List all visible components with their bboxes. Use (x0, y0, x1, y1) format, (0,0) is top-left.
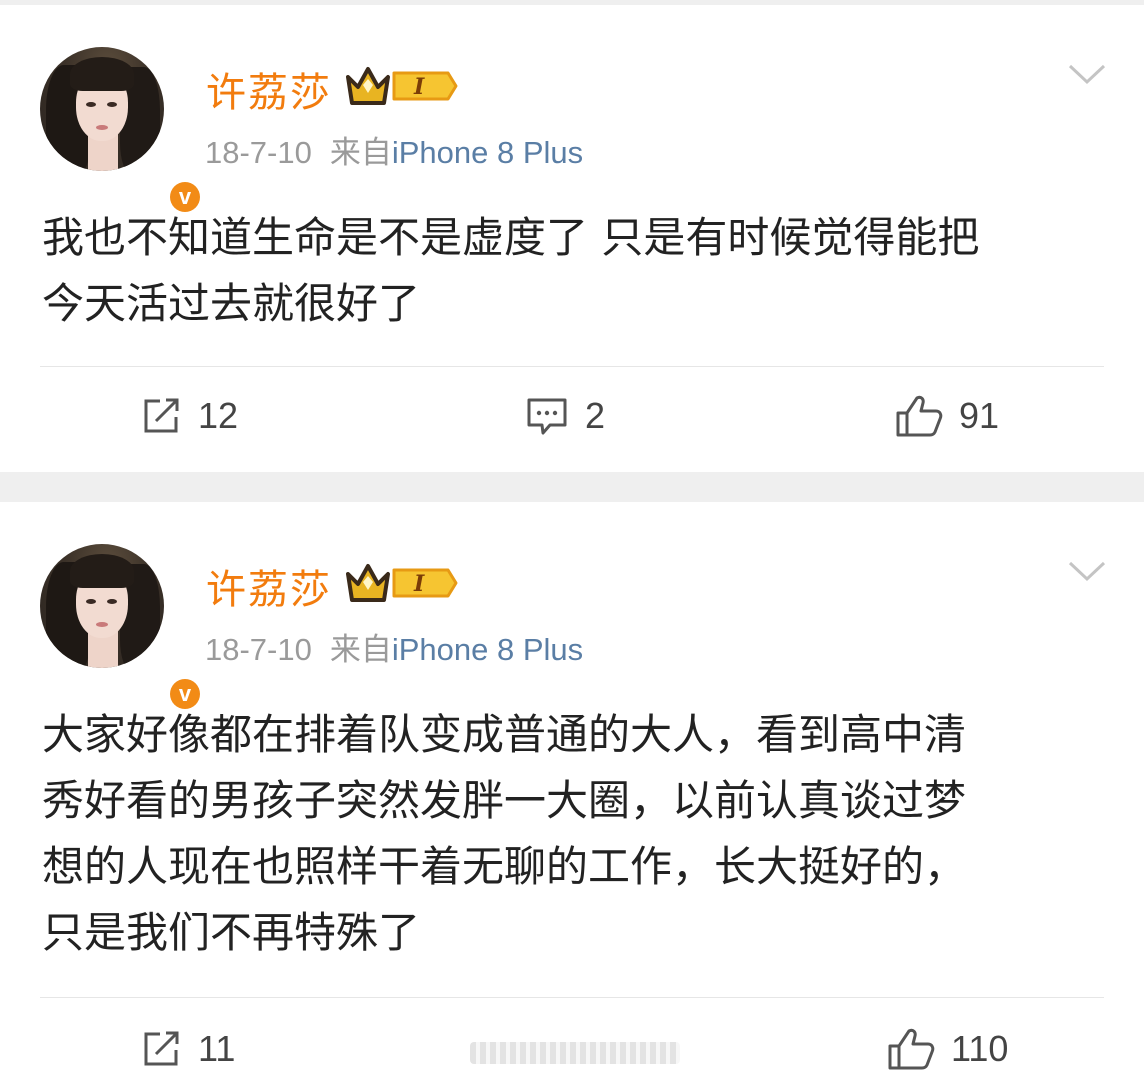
post-text: 我也不知道生命是不是虚度了 只是有时候觉得能把 今天活过去就很好了 (42, 213, 980, 328)
avatar[interactable]: v (40, 544, 204, 713)
weibo-post[interactable]: v 许荔莎 I 18-7-10 来自iPhone 8 Plus 我也不知道生命是不… (0, 5, 1144, 472)
avatar-image (40, 544, 164, 668)
username[interactable]: 许荔莎 (206, 557, 332, 615)
source-device-link[interactable]: iPhone 8 Plus (392, 135, 583, 170)
like-button[interactable]: 110 (887, 1024, 1008, 1074)
post-meta: 18-7-10 来自iPhone 8 Plus (205, 127, 583, 172)
repost-count: 11 (198, 1028, 236, 1069)
repost-icon (144, 1031, 179, 1066)
like-button[interactable]: 91 (895, 391, 999, 441)
weibo-post[interactable]: v 许荔莎 I 18-7-10 来自iPhone 8 Plus 大家好像都在排着队… (0, 502, 1144, 1080)
post-date: 18-7-10 (205, 632, 312, 667)
avatar-image (40, 47, 164, 171)
source-label: 来自 (329, 135, 392, 170)
thumbs-up-icon (888, 1028, 935, 1070)
repost-button[interactable]: 12 (140, 391, 238, 441)
like-count: 91 (959, 395, 1000, 436)
svg-text:I: I (413, 74, 425, 100)
repost-button[interactable]: 11 (140, 1024, 235, 1074)
post-separator (0, 472, 1144, 502)
repost-icon (144, 398, 179, 433)
source-device-link[interactable]: iPhone 8 Plus (392, 632, 583, 667)
comment-count: 2 (585, 395, 606, 436)
like-count: 110 (951, 1028, 1009, 1069)
comment-button[interactable]: 2 (525, 391, 605, 441)
comment-icon (527, 398, 567, 435)
post-date: 18-7-10 (205, 135, 312, 170)
post-meta: 18-7-10 来自iPhone 8 Plus (205, 624, 583, 669)
divider (40, 997, 1104, 998)
divider (40, 366, 1104, 367)
weibo-feed: v 许荔莎 I 18-7-10 来自iPhone 8 Plus 我也不知道生命是不… (0, 0, 1144, 1080)
thumbs-up-icon (896, 395, 943, 437)
post-text: 大家好像都在排着队变成普通的大人，看到高中清 秀好看的男孩子突然发胖一大圈，以前… (42, 710, 967, 957)
crown-badge-icon[interactable]: I (344, 560, 460, 606)
crown-badge-icon[interactable]: I (344, 63, 460, 109)
username[interactable]: 许荔莎 (206, 60, 332, 118)
avatar[interactable]: v (40, 47, 204, 216)
watermark-obscured (470, 1042, 680, 1064)
chevron-down-icon[interactable] (1068, 63, 1106, 85)
chevron-down-icon[interactable] (1068, 560, 1106, 582)
source-label: 来自 (329, 632, 392, 667)
svg-text:I: I (413, 571, 425, 597)
repost-count: 12 (198, 395, 239, 436)
